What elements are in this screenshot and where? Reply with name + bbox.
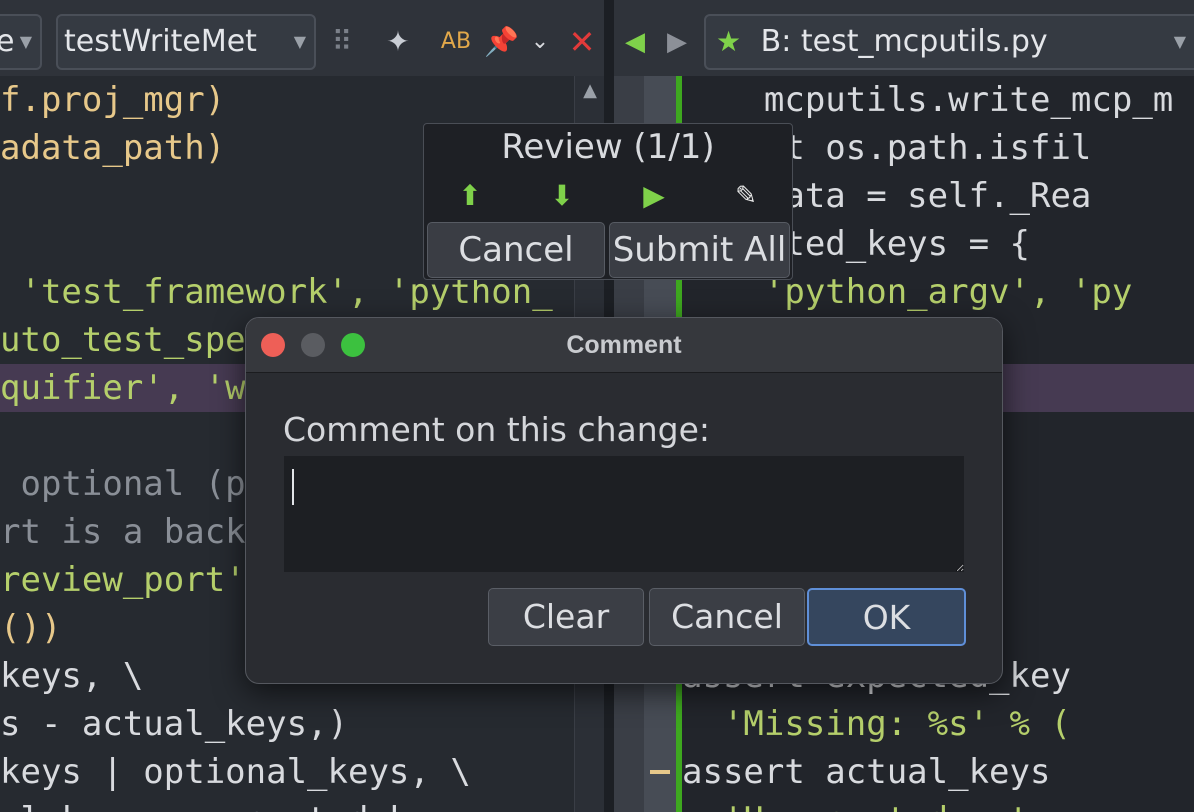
- code-line: review_port': [0, 560, 246, 600]
- review-popup: Review (1/1) ⬆ ⬇ ▶ ✎ Cancel Submit All: [423, 123, 793, 280]
- left-toolbar: e ▼ testWriteMet ▼ ⠿ ✦ AB 📌 ⌄ ✕: [0, 0, 604, 76]
- arrow-up-icon[interactable]: ⬆: [450, 176, 490, 216]
- dialog-title: Comment: [566, 331, 682, 359]
- sparkle-icon[interactable]: ✦: [378, 22, 418, 62]
- code-line: s - actual_keys,): [0, 704, 348, 744]
- code-line: 'Missing: %s' % (: [682, 704, 1071, 744]
- grip-icon[interactable]: ⠿: [328, 22, 356, 62]
- file-selector-label: B: test_mcputils.py: [760, 24, 1048, 59]
- submit-all-button[interactable]: Submit All: [609, 222, 790, 278]
- code-line: quifier', 'w: [0, 368, 246, 408]
- submit-all-label: Submit All: [612, 230, 787, 270]
- code-line: optional (p: [0, 464, 246, 504]
- chevron-down-icon: ▼: [293, 32, 306, 51]
- review-title: Review (1/1): [501, 127, 715, 167]
- comment-dialog: Comment Comment on this change: Clear Ca…: [245, 317, 1003, 684]
- file-selector[interactable]: ★ B: test_mcputils.py ▼: [704, 14, 1194, 70]
- review-cancel-label: Cancel: [458, 230, 574, 270]
- pencil-icon[interactable]: ✎: [726, 176, 766, 216]
- previous-arrow-icon[interactable]: ◀: [620, 22, 650, 62]
- function-selector[interactable]: testWriteMet ▼: [56, 14, 316, 70]
- code-line: al_keys - expected_keys: [0, 796, 471, 812]
- close-icon[interactable]: ✕: [562, 22, 602, 62]
- code-line: keys, \: [0, 656, 144, 696]
- code-line: assert actual_keys: [682, 752, 1051, 792]
- scope-selector[interactable]: e ▼: [0, 14, 42, 70]
- code-line: f.proj_mgr): [0, 80, 226, 120]
- next-arrow-icon[interactable]: ▶: [662, 22, 692, 62]
- chevron-down-icon: ▼: [1173, 32, 1186, 51]
- clear-label: Clear: [522, 597, 610, 636]
- chevron-down-icon: ▼: [19, 32, 32, 51]
- code-line: 'Unexpected extra: [682, 796, 1071, 812]
- code-line: rt is a back: [0, 512, 246, 552]
- play-icon[interactable]: ▶: [634, 176, 674, 216]
- code-line: uto_test_spe: [0, 320, 246, 360]
- clear-button[interactable]: Clear: [488, 588, 644, 646]
- dialog-cancel-button[interactable]: Cancel: [649, 588, 805, 646]
- right-toolbar: ◀ ▶ ★ B: test_mcputils.py ▼: [614, 0, 1194, 76]
- review-cancel-button[interactable]: Cancel: [427, 222, 605, 278]
- chevron-down-icon[interactable]: ⌄: [524, 22, 556, 62]
- text-cursor: [292, 469, 294, 505]
- code-line: keys | optional_keys, \: [0, 752, 471, 792]
- dialog-titlebar[interactable]: Comment: [246, 318, 1002, 373]
- scope-selector-label: e: [0, 16, 14, 68]
- function-selector-label: testWriteMet: [64, 24, 257, 59]
- ok-label: OK: [862, 598, 911, 637]
- spellcheck-icon[interactable]: AB: [436, 22, 476, 62]
- arrow-down-icon[interactable]: ⬇: [542, 176, 582, 216]
- scroll-up-arrow-icon[interactable]: ▲: [579, 80, 601, 104]
- code-line: adata_path): [0, 128, 226, 168]
- pin-icon[interactable]: 📌: [484, 22, 519, 62]
- dialog-cancel-label: Cancel: [671, 597, 783, 636]
- code-line: ()): [0, 608, 62, 648]
- comment-input[interactable]: [284, 456, 964, 572]
- comment-label: Comment on this change:: [283, 410, 711, 449]
- ok-button[interactable]: OK: [807, 588, 966, 646]
- star-icon: ★: [716, 25, 742, 58]
- diff-change-marker: [650, 770, 670, 774]
- code-line: mcputils.write_mcp_m: [682, 80, 1174, 120]
